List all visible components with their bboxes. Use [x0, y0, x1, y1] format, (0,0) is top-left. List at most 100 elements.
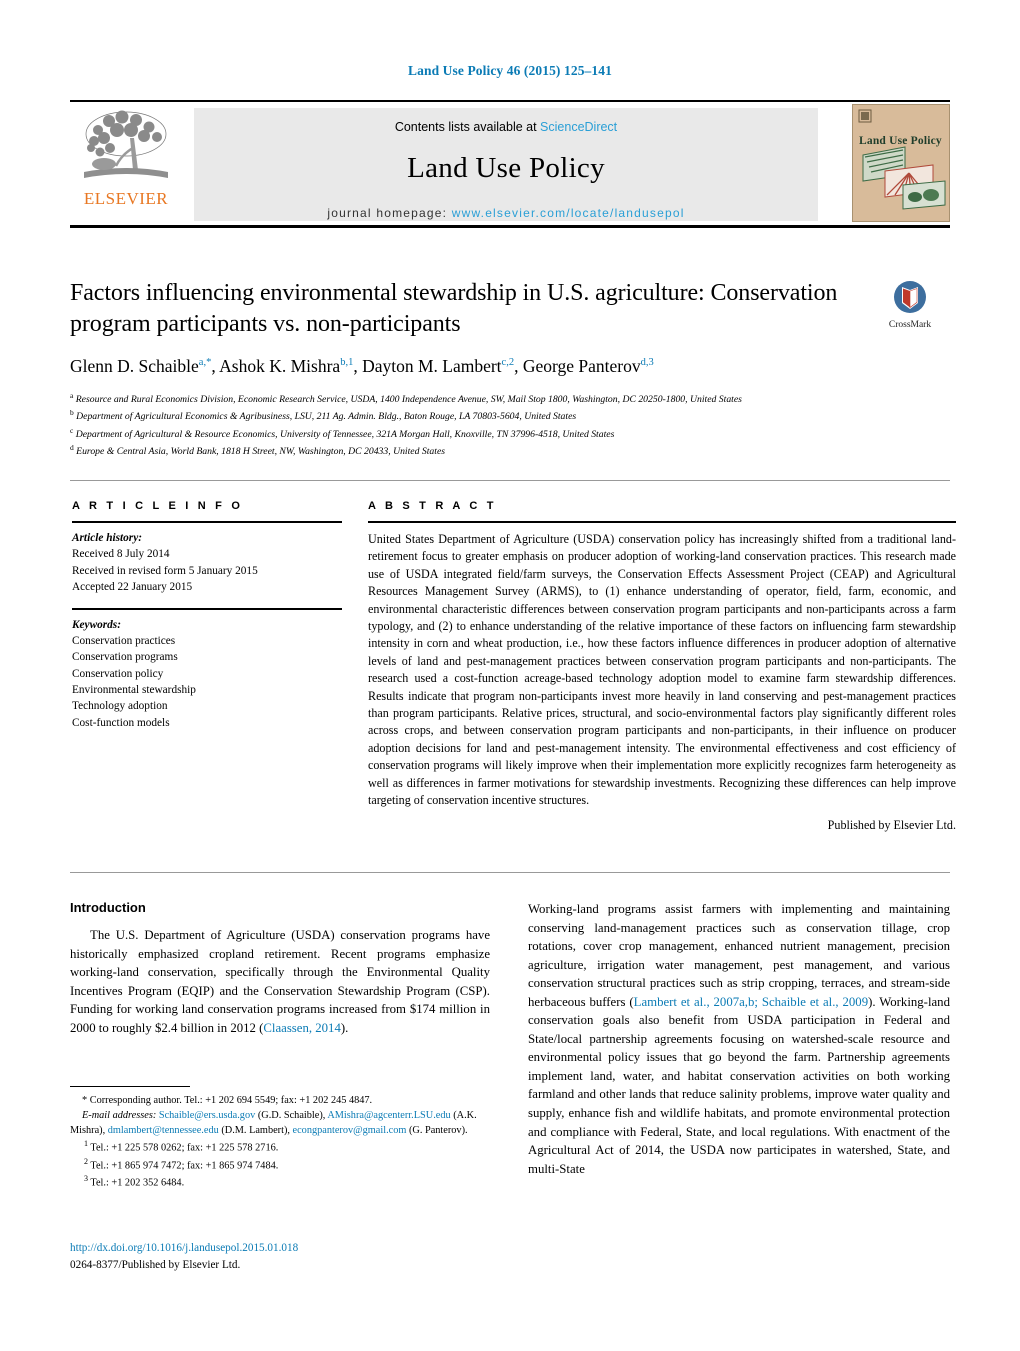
- page-title: Factors influencing environmental stewar…: [70, 280, 838, 337]
- email-addresses-line: E-mail addresses: Schaible@ers.usda.gov …: [70, 1108, 490, 1138]
- author-list: Glenn D. Schaiblea,*, Ashok K. Mishrab,1…: [70, 356, 654, 377]
- author-item: Ashok K. Mishrab,1: [219, 356, 353, 376]
- keyword-item: Conservation programs: [72, 651, 178, 664]
- keyword-item: Conservation policy: [72, 667, 164, 680]
- affiliation-text: Department of Agricultural Economics & A…: [76, 411, 577, 423]
- author-name: Glenn D. Schaible: [70, 356, 199, 377]
- email-link[interactable]: dmlambert@tennessee.edu: [108, 1125, 219, 1136]
- affiliation-item: a Resource and Rural Economics Division,…: [70, 390, 950, 407]
- email-link[interactable]: econgpanterov@gmail.com: [293, 1125, 407, 1136]
- history-item: Received in revised form 5 January 2015: [72, 564, 258, 577]
- keywords-block: Keywords: Conservation practices Conserv…: [72, 607, 342, 732]
- masthead-top-rule: [70, 100, 950, 102]
- body-column-right: Working-land programs assist farmers wit…: [528, 900, 950, 1178]
- journal-banner: Contents lists available at ScienceDirec…: [194, 108, 818, 221]
- masthead-bottom-rule: [70, 225, 950, 228]
- footnote-text: * Corresponding author. Tel.: +1 202 694…: [70, 1093, 490, 1191]
- elsevier-tree-icon: [76, 108, 176, 188]
- footnote-body: Tel.: +1 202 352 6484.: [90, 1177, 185, 1189]
- footnote-body: Tel.: +1 225 578 0262; fax: +1 225 578 2…: [90, 1142, 279, 1154]
- email-label: E-mail addresses:: [82, 1110, 157, 1122]
- affiliation-mark: a: [70, 391, 74, 401]
- abstract-rule: [368, 521, 956, 523]
- keyword-item: Conservation practices: [72, 634, 176, 647]
- affiliation-mark: c: [70, 425, 74, 435]
- intro-paragraph-text: The U.S. Department of Agriculture (USDA…: [70, 928, 490, 1035]
- affiliation-item: d Europe & Central Asia, World Bank, 181…: [70, 442, 950, 459]
- contents-line: Contents lists available at ScienceDirec…: [194, 108, 818, 134]
- history-item: Accepted 22 January 2015: [72, 581, 193, 594]
- contents-prefix: Contents lists available at: [394, 120, 541, 134]
- right-paragraph-text-a: Working-land programs assist farmers wit…: [528, 902, 950, 1009]
- author-name: Ashok K. Mishra: [219, 356, 341, 377]
- footnote-number: 2: [84, 1156, 88, 1166]
- keyword-item: Technology adoption: [72, 700, 168, 713]
- homepage-url-link[interactable]: www.elsevier.com/locate/landusepol: [452, 206, 685, 220]
- sciencedirect-link[interactable]: ScienceDirect: [540, 120, 617, 134]
- author-marks: b,1: [340, 357, 354, 369]
- article-info-rule: [72, 521, 342, 523]
- article-info-panel: A R T I C L E I N F O Article history: R…: [72, 500, 342, 731]
- affiliation-mark: b: [70, 408, 74, 418]
- footnote-rule: [70, 1086, 190, 1087]
- email-owner: (D.M. Lambert),: [221, 1125, 290, 1137]
- info-section-top-rule: [70, 480, 950, 481]
- affiliation-text: Europe & Central Asia, World Bank, 1818 …: [76, 446, 446, 458]
- affiliation-list: a Resource and Rural Economics Division,…: [70, 390, 950, 459]
- right-paragraph: Working-land programs assist farmers wit…: [528, 900, 950, 1178]
- email-link[interactable]: AMishra@agcenterr.LSU.edu: [327, 1110, 450, 1121]
- issn-line: 0264-8377/Published by Elsevier Ltd.: [70, 1258, 241, 1271]
- journal-homepage-line: journal homepage: www.elsevier.com/locat…: [194, 206, 818, 220]
- affiliation-text: Resource and Rural Economics Division, E…: [75, 394, 742, 406]
- tree-icon-svg: [84, 110, 168, 178]
- keyword-item: Environmental stewardship: [72, 684, 196, 696]
- affiliation-text: Department of Agricultural & Resource Ec…: [75, 428, 615, 440]
- abstract-panel: A B S T R A C T United States Department…: [368, 500, 956, 833]
- doi-block: http://dx.doi.org/10.1016/j.landusepol.2…: [70, 1240, 490, 1274]
- author-name: Dayton M. Lambert: [362, 356, 502, 377]
- journal-masthead: ELSEVIER Contents lists available at Sci…: [70, 100, 950, 228]
- homepage-label: journal homepage:: [327, 206, 448, 220]
- elsevier-logo: ELSEVIER: [70, 108, 182, 220]
- article-history-label: Article history:: [72, 532, 142, 544]
- author-name: George Panterov: [522, 356, 641, 377]
- citation-link[interactable]: Claassen, 2014: [263, 1021, 340, 1035]
- author-marks: a,*: [198, 357, 212, 369]
- numbered-footnote: 2 Tel.: +1 865 974 7472; fax: +1 865 974…: [84, 1156, 490, 1174]
- intro-paragraph-end: ).: [340, 1020, 349, 1035]
- email-link[interactable]: Schaible@ers.usda.gov: [159, 1110, 255, 1121]
- right-paragraph-text-b: ). Working-land conservation goals also …: [528, 994, 950, 1176]
- abstract-text: United States Department of Agriculture …: [368, 532, 956, 808]
- keywords-label: Keywords:: [72, 618, 121, 631]
- keyword-item: Cost-function models: [72, 716, 170, 729]
- author-item: George Panterovd,3: [523, 356, 654, 376]
- cover-journal-title: Land Use Policy: [859, 135, 942, 147]
- affiliation-item: b Department of Agricultural Economics &…: [70, 407, 950, 424]
- footnote-number: 1: [84, 1139, 88, 1149]
- paper-page: Land Use Policy 46 (2015) 125–141 ELSEVI…: [0, 0, 1020, 1351]
- author-marks: d,3: [640, 357, 654, 369]
- affiliation-mark: d: [70, 442, 74, 452]
- numbered-footnote: 3 Tel.: +1 202 352 6484.: [84, 1173, 490, 1191]
- history-item: Received 8 July 2014: [72, 548, 170, 561]
- intro-paragraph: The U.S. Department of Agriculture (USDA…: [70, 926, 490, 1037]
- footnote-number: 3: [84, 1174, 88, 1184]
- crossmark-icon: [894, 281, 926, 313]
- email-owner: (G. Panterov).: [408, 1125, 468, 1137]
- cover-artwork-svg: [858, 109, 946, 210]
- author-marks: c,2: [501, 357, 515, 369]
- keywords-rule: [72, 607, 342, 610]
- article-info-heading: A R T I C L E I N F O: [72, 500, 244, 512]
- doi-link[interactable]: http://dx.doi.org/10.1016/j.landusepol.2…: [70, 1242, 298, 1254]
- author-item: Dayton M. Lambertc,2: [362, 356, 514, 376]
- footnote-body: Tel.: +1 865 974 7472; fax: +1 865 974 7…: [90, 1160, 279, 1172]
- numbered-footnote: 1 Tel.: +1 225 578 0262; fax: +1 225 578…: [84, 1138, 490, 1156]
- journal-title: Land Use Policy: [407, 152, 605, 184]
- abstract-heading: A B S T R A C T: [368, 500, 497, 512]
- title-block: Factors influencing environmental stewar…: [70, 278, 950, 459]
- crossmark-badge[interactable]: CrossMark: [870, 280, 950, 330]
- journal-cover-thumbnail[interactable]: Land Use Policy: [852, 104, 950, 222]
- author-item: Glenn D. Schaiblea,*: [70, 356, 211, 376]
- citation-link[interactable]: Lambert et al., 2007a,b; Schaible et al.…: [634, 995, 868, 1009]
- corresponding-author-note: * Corresponding author. Tel.: +1 202 694…: [82, 1095, 373, 1106]
